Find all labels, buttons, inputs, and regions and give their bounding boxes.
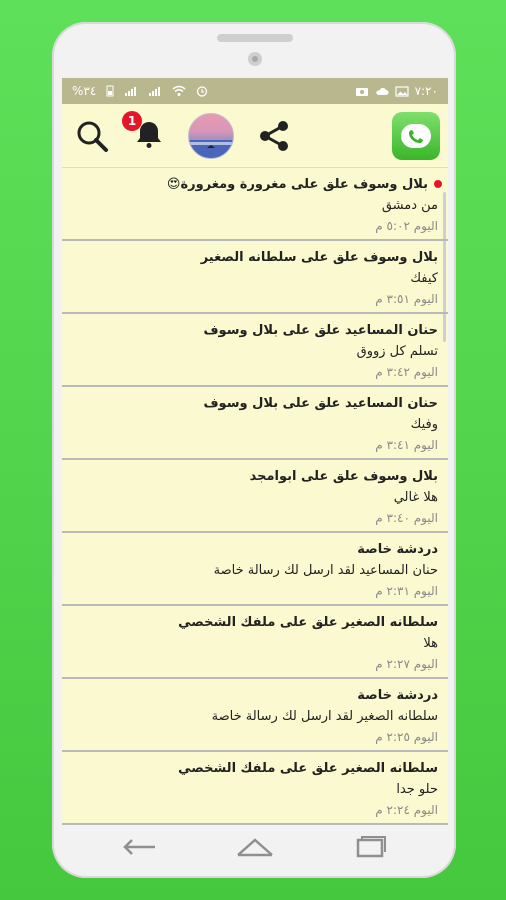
status-time: ٧:٢٠ — [414, 84, 438, 98]
list-item[interactable]: حنان المساعيد علق على بلال وسوف وفيك الي… — [62, 387, 448, 460]
item-time: اليوم ٣:٤١ م — [375, 438, 438, 452]
item-title: دردشة خاصة — [357, 688, 438, 703]
item-text: من دمشق — [381, 198, 438, 213]
item-time: اليوم ٢:٢٧ م — [375, 657, 438, 671]
list-item[interactable]: سلطانه الصغير علق على ملفك الشخصي حلو جد… — [62, 752, 448, 825]
camera-status-icon — [355, 86, 369, 97]
item-time: اليوم ٢:٢٥ م — [375, 730, 438, 744]
item-text: هلا — [423, 636, 438, 651]
phone-camera — [248, 52, 262, 66]
item-text: هلا غالي — [393, 490, 438, 505]
wifi-icon — [172, 85, 186, 97]
avatar[interactable] — [188, 112, 234, 159]
list-item[interactable]: حنان المساعيد علق على بلال وسوف تسلم كل … — [62, 314, 448, 387]
status-bar: %٣٤ ٧:٢٠ — [62, 78, 448, 104]
item-text: كيفك — [410, 271, 438, 286]
item-text: وفيك — [410, 417, 438, 432]
notification-badge: 1 — [122, 110, 142, 131]
alarm-icon — [196, 85, 208, 97]
list-item[interactable]: دردشة خاصة حنان المساعيد لقد ارسل لك رسا… — [62, 533, 448, 606]
item-time: اليوم ٢:٣١ م — [375, 584, 438, 598]
status-left: %٣٤ — [72, 84, 208, 98]
status-right: ٧:٢٠ — [355, 84, 438, 98]
item-title: سلطانه الصغير علق على ملفك الشخصي — [178, 761, 438, 776]
item-title: دردشة خاصة — [357, 542, 438, 557]
list-item[interactable]: بلال وسوف علق على سلطانه الصغير كيفك الي… — [62, 241, 448, 314]
image-icon — [395, 85, 409, 97]
toolbar-actions: 1 — [70, 110, 292, 159]
item-text: تسلم كل زووق — [356, 344, 438, 359]
item-text: حنان المساعيد لقد ارسل لك رسالة خاصة — [213, 563, 438, 578]
signal-icon-2 — [148, 85, 162, 97]
back-icon[interactable] — [122, 836, 158, 858]
home-icon[interactable] — [235, 836, 275, 858]
list-item[interactable]: دردشة خاصة سلطانه الصغير لقد ارسل لك رسا… — [62, 679, 448, 752]
list-item[interactable]: سلطانه الصغير علق على ملفك الشخصي هلا ال… — [62, 606, 448, 679]
list-item[interactable]: بلال وسوف علق على مغرورة ومغرورة😍 من دمش… — [62, 168, 448, 241]
cloud-icon — [375, 86, 389, 97]
item-title: حنان المساعيد علق على بلال وسوف — [203, 323, 438, 338]
item-time: اليوم ٢:٢٤ م — [375, 803, 438, 817]
share-icon[interactable] — [256, 118, 292, 154]
navigation-bar — [122, 832, 388, 862]
phone-frame: %٣٤ ٧:٢٠ 1 بلال وسوف علق على مغرورة ومغر… — [52, 22, 456, 878]
item-time: اليوم ٣:٤٠ م — [375, 511, 438, 525]
item-title: بلال وسوف علق على مغرورة ومغرورة😍 — [166, 177, 428, 192]
notification-list: بلال وسوف علق على مغرورة ومغرورة😍 من دمش… — [62, 168, 448, 826]
chat-phone-logo[interactable] — [392, 111, 440, 160]
search-icon[interactable] — [74, 118, 110, 154]
item-title: بلال وسوف علق على ابوامجد — [249, 469, 438, 484]
phone-speaker — [217, 34, 293, 42]
battery-level: %٣٤ — [72, 84, 97, 98]
item-title: بلال وسوف علق على سلطانه الصغير — [200, 250, 438, 265]
phone-logo-icon — [401, 123, 431, 148]
list-item[interactable]: بلال وسوف علق على ابوامجد هلا غالي اليوم… — [62, 460, 448, 533]
unread-dot — [434, 180, 442, 188]
battery-icon — [106, 85, 114, 97]
item-title: حنان المساعيد علق على بلال وسوف — [203, 396, 438, 411]
app-bar: 1 — [62, 104, 448, 168]
notifications-button[interactable]: 1 — [122, 110, 166, 155]
signal-icon — [124, 85, 138, 97]
item-title: سلطانه الصغير علق على ملفك الشخصي — [178, 615, 438, 630]
recents-icon[interactable] — [352, 836, 388, 858]
item-time: اليوم ٣:٥١ م — [375, 292, 438, 306]
app-screen: %٣٤ ٧:٢٠ 1 بلال وسوف علق على مغرورة ومغر… — [62, 78, 448, 826]
item-text: سلطانه الصغير لقد ارسل لك رسالة خاصة — [211, 709, 438, 724]
item-time: اليوم ٣:٤٢ م — [375, 365, 438, 379]
item-text: حلو جدا — [396, 782, 438, 797]
item-time: اليوم ٥:٠٢ م — [375, 219, 438, 233]
